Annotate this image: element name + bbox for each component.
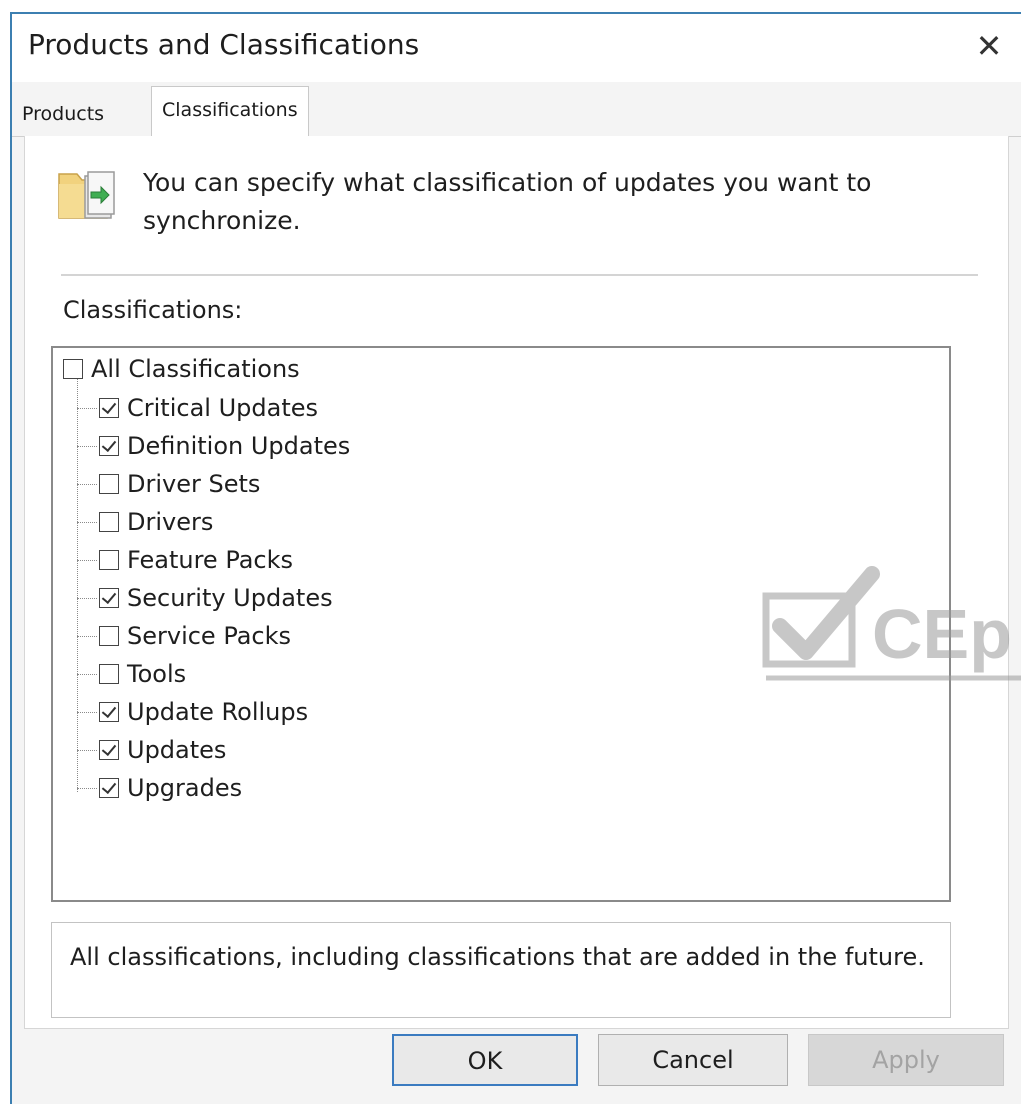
tree-item-update-rollups[interactable]: Update Rollups: [99, 693, 308, 731]
tree-item-label: Update Rollups: [127, 698, 309, 726]
intro-text: You can specify what classification of u…: [143, 168, 872, 235]
checkbox[interactable]: [99, 550, 119, 570]
checkbox[interactable]: [99, 626, 119, 646]
tree-connector: [77, 636, 97, 637]
products-and-classifications-dialog: Products and Classifications ✕ Products …: [10, 12, 1021, 1104]
tree-connector: [77, 560, 97, 561]
tree-item-label: Security Updates: [127, 584, 333, 612]
tree-connector: [77, 378, 78, 792]
tree-item-label: Service Packs: [127, 622, 292, 650]
tree-item-service-packs[interactable]: Service Packs: [99, 617, 291, 655]
close-icon[interactable]: ✕: [971, 26, 1007, 66]
tree-item-definition-updates[interactable]: Definition Updates: [99, 427, 350, 465]
tree-item-label: All Classifications: [91, 355, 300, 383]
tree-item-driver-sets[interactable]: Driver Sets: [99, 465, 260, 503]
tree-connector: [77, 750, 97, 751]
tree-item-critical-updates[interactable]: Critical Updates: [99, 389, 318, 427]
tree-connector: [77, 408, 97, 409]
checkbox[interactable]: [99, 664, 119, 684]
tree-connector: [77, 712, 97, 713]
tree-item-label: Critical Updates: [127, 394, 318, 422]
checkbox[interactable]: [99, 436, 119, 456]
tree-connector: [77, 484, 97, 485]
checkbox[interactable]: [99, 398, 119, 418]
tree-item-all-classifications[interactable]: All Classifications: [63, 350, 300, 388]
dialog-title: Products and Classifications: [28, 28, 420, 61]
tree-item-label: Definition Updates: [127, 432, 351, 460]
tab-classifications[interactable]: Classifications: [151, 86, 309, 138]
tree-item-feature-packs[interactable]: Feature Packs: [99, 541, 293, 579]
tree-connector: [77, 522, 97, 523]
tab-strip: Products Classifications: [12, 82, 1021, 138]
tree-item-label: Updates: [127, 736, 227, 764]
tree-item-label: Upgrades: [127, 774, 243, 802]
tree-item-tools[interactable]: Tools: [99, 655, 186, 693]
tree-item-label: Feature Packs: [127, 546, 294, 574]
tree-connector: [77, 446, 97, 447]
ok-button[interactable]: OK: [392, 1034, 578, 1086]
tree-item-label: Driver Sets: [127, 470, 261, 498]
section-divider: [61, 274, 978, 276]
apply-button: Apply: [808, 1034, 1004, 1086]
tree-item-drivers[interactable]: Drivers: [99, 503, 213, 541]
tree-connector: [77, 598, 97, 599]
classifications-label: Classifications:: [63, 296, 243, 324]
cancel-button[interactable]: Cancel: [598, 1034, 788, 1086]
checkbox[interactable]: [99, 702, 119, 722]
classification-description: All classifications, including classific…: [51, 922, 951, 1018]
checkbox[interactable]: [63, 359, 83, 379]
watermark-logo: CEp: [762, 566, 1021, 681]
tree-item-updates[interactable]: Updates: [99, 731, 226, 769]
tree-connector: [77, 788, 97, 789]
checkbox[interactable]: [99, 778, 119, 798]
checkbox[interactable]: [99, 588, 119, 608]
checkbox[interactable]: [99, 740, 119, 760]
checkbox[interactable]: [99, 512, 119, 532]
tree-item-label: Drivers: [127, 508, 214, 536]
tab-products[interactable]: Products: [16, 92, 110, 136]
tree-connector: [77, 674, 97, 675]
checkbox[interactable]: [99, 474, 119, 494]
tree-item-security-updates[interactable]: Security Updates: [99, 579, 333, 617]
folder-sync-icon: [58, 171, 115, 219]
tree-item-upgrades[interactable]: Upgrades: [99, 769, 242, 807]
tree-item-label: Tools: [127, 660, 187, 688]
watermark-text: CEp: [872, 595, 1012, 673]
title-bar: Products and Classifications ✕: [12, 14, 1021, 82]
